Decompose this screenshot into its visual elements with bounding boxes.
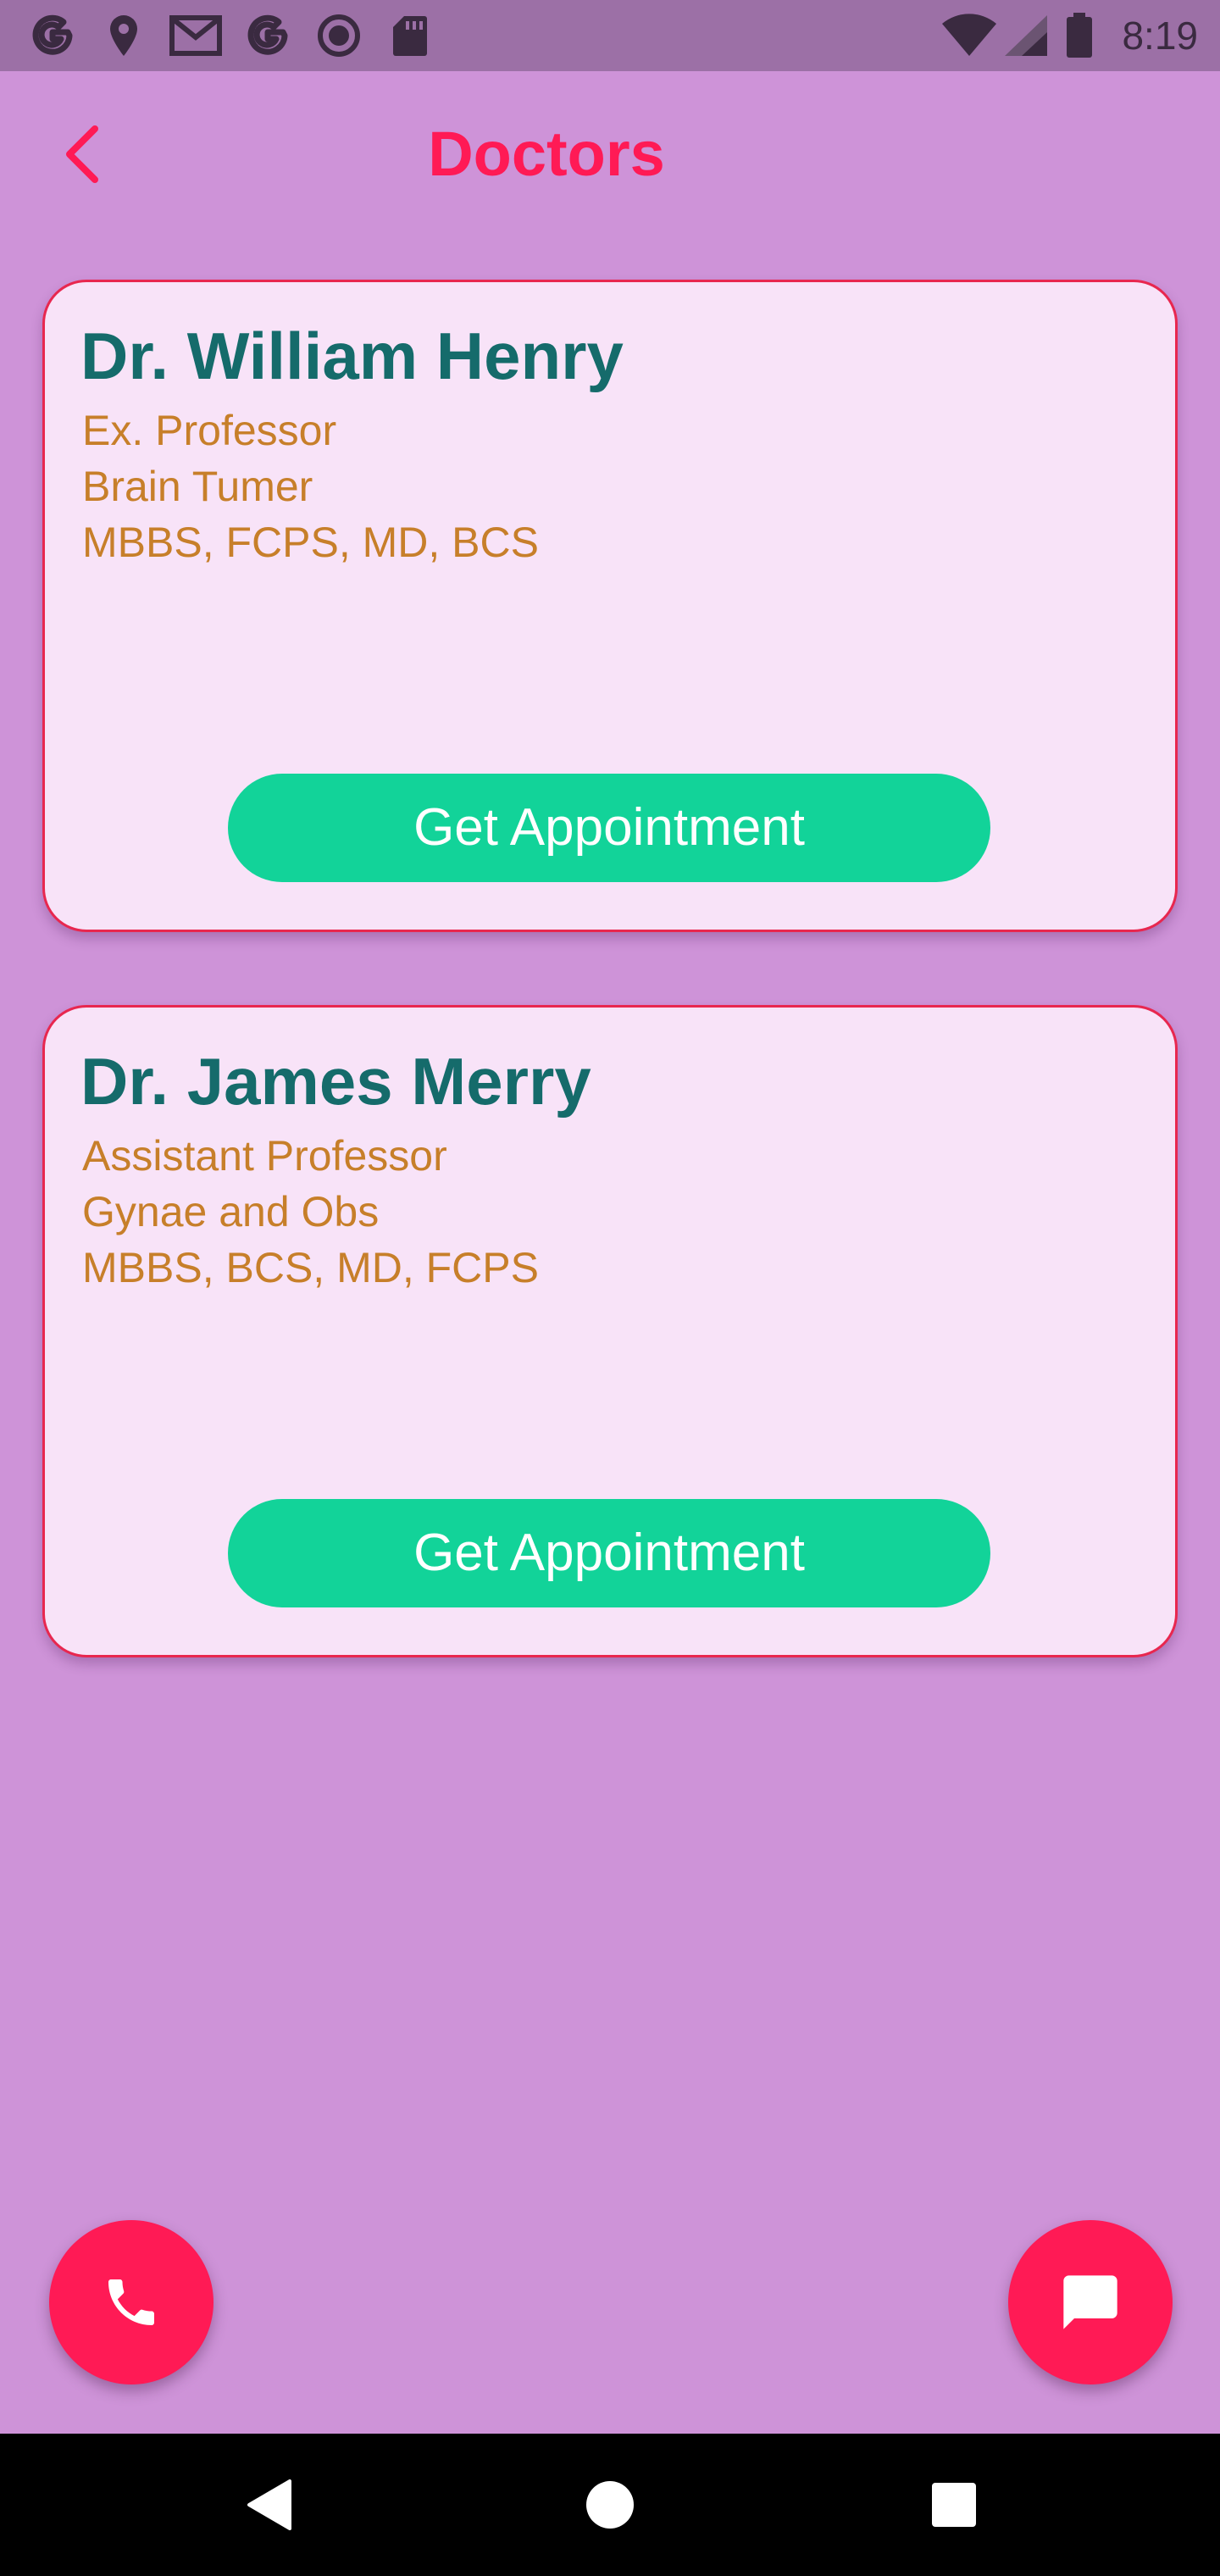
doctor-specialty: Gynae and Obs (82, 1188, 380, 1235)
doctor-degrees: MBBS, BCS, MD, FCPS (82, 1244, 539, 1291)
chat-button[interactable] (1008, 2220, 1173, 2384)
nav-recents-button[interactable] (918, 2469, 990, 2540)
nav-back-button[interactable] (234, 2469, 305, 2540)
back-triangle-icon (247, 2479, 291, 2530)
nav-home-button[interactable] (574, 2469, 646, 2540)
google-icon (241, 12, 295, 59)
location-icon (100, 12, 147, 59)
home-circle-icon (586, 2481, 634, 2529)
call-button[interactable] (49, 2220, 214, 2384)
battery-icon (1061, 12, 1098, 59)
doctor-name: Dr. James Merry (80, 1044, 591, 1119)
status-time: 8:19 (1122, 14, 1198, 58)
get-appointment-button[interactable]: Get Appointment (228, 1499, 990, 1607)
record-icon (312, 12, 366, 59)
doctor-degrees: MBBS, FCPS, MD, BCS (82, 519, 539, 566)
gmail-icon (166, 12, 225, 59)
doctor-card: Dr. James Merry Assistant Professor Gyna… (42, 1005, 1178, 1657)
wifi-icon (939, 12, 1000, 59)
doctor-designation: Ex. Professor (82, 407, 337, 454)
google-icon (25, 12, 80, 59)
doctor-card: Dr. William Henry Ex. Professor Brain Tu… (42, 280, 1178, 932)
status-bar: 8:19 (0, 0, 1220, 71)
doctor-designation: Assistant Professor (82, 1132, 447, 1180)
doctor-name: Dr. William Henry (80, 319, 624, 393)
navigation-bar (0, 2434, 1220, 2576)
sd-card-icon (388, 12, 432, 59)
phone-icon (108, 2279, 154, 2325)
doctor-specialty: Brain Tumer (82, 463, 313, 510)
chat-bubble-icon (1063, 2275, 1117, 2329)
page-title: Doctors (428, 119, 665, 189)
doctor-list: Dr. William Henry Ex. Professor Brain Tu… (42, 280, 1178, 1730)
get-appointment-button[interactable]: Get Appointment (228, 774, 990, 882)
cell-signal-icon (1000, 12, 1052, 59)
recents-square-icon (932, 2483, 976, 2527)
